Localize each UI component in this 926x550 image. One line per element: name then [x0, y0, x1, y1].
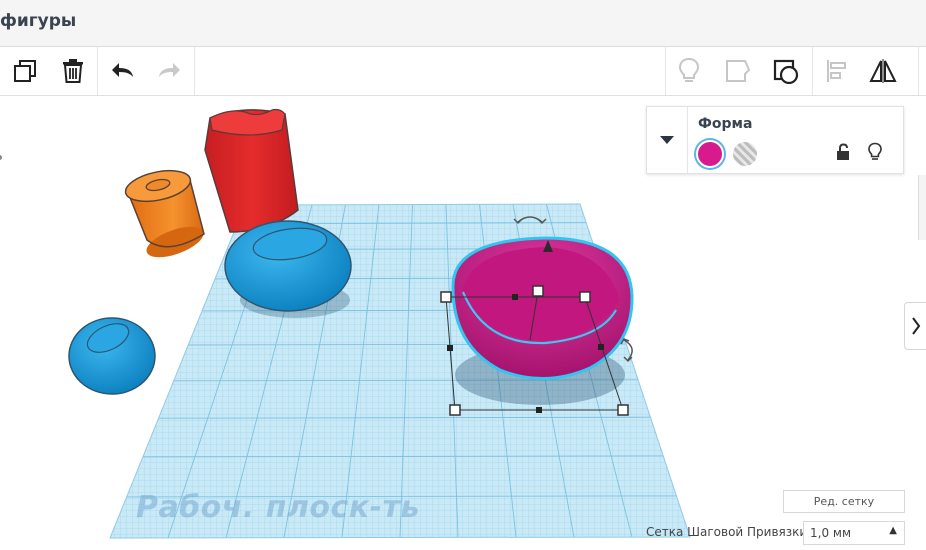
box-shape[interactable]	[204, 108, 299, 233]
toolbar-divider	[97, 47, 98, 95]
shape-inspector: Форма	[646, 106, 904, 174]
undo-icon	[112, 63, 133, 77]
snap-grid-select[interactable]: 1,0 мм ▲	[803, 521, 905, 545]
sphere-shape[interactable]	[68, 317, 156, 395]
document-title[interactable]: фигуры	[0, 11, 76, 31]
ellipsoid-shape[interactable]	[224, 220, 352, 312]
align-icon	[827, 60, 846, 82]
inspector-collapse-button[interactable]	[647, 107, 688, 173]
bulb-icon	[868, 142, 882, 160]
caret-down-icon	[660, 136, 674, 144]
edge-handle[interactable]	[512, 294, 518, 300]
visibility-button[interactable]	[867, 142, 883, 166]
note-button[interactable]	[714, 47, 760, 95]
inspector-title: Форма	[698, 116, 753, 132]
scale-handle[interactable]	[532, 285, 544, 297]
view-icon	[773, 59, 799, 84]
expand-panel-button[interactable]	[904, 302, 926, 350]
group-button[interactable]	[763, 47, 809, 95]
delete-button[interactable]	[50, 47, 96, 95]
unlock-icon	[837, 143, 849, 160]
snap-grid-value: 1,0 мм	[810, 526, 852, 540]
edge-handle[interactable]	[598, 344, 604, 350]
title-bar: фигуры	[0, 0, 926, 47]
chevron-right-icon	[912, 317, 921, 335]
redo-button[interactable]	[146, 47, 192, 95]
edit-grid-button[interactable]: Ред. сетку	[783, 490, 905, 513]
toolbar-divider	[918, 47, 919, 95]
hole-swatch[interactable]	[733, 142, 757, 166]
toolbar-divider	[194, 47, 195, 95]
caret-up-icon: ▲	[889, 525, 897, 536]
scale-handle[interactable]	[579, 291, 591, 303]
scale-handle[interactable]	[617, 404, 629, 416]
duplicate-button[interactable]	[2, 47, 48, 95]
edge-handle[interactable]	[536, 407, 542, 413]
align-button[interactable]	[813, 47, 859, 95]
show-all-button[interactable]	[666, 47, 712, 95]
scale-handle[interactable]	[449, 404, 461, 416]
undo-button[interactable]	[100, 47, 146, 95]
note-icon	[726, 60, 751, 82]
mirror-icon	[869, 59, 897, 83]
bulb-icon	[678, 57, 700, 82]
cylinder-shape[interactable]	[123, 165, 207, 263]
redo-icon	[159, 63, 180, 77]
lock-button[interactable]	[835, 143, 851, 165]
side-panel-edge	[918, 175, 926, 240]
copy-icon	[14, 60, 36, 82]
mirror-button[interactable]	[860, 47, 906, 95]
solid-color-swatch[interactable]	[696, 140, 724, 168]
scale-handle[interactable]	[440, 291, 452, 303]
edit-toolbar	[0, 47, 926, 96]
snap-grid-label: Сетка Шаговой Привязки	[646, 525, 808, 539]
edge-handle[interactable]	[447, 345, 453, 351]
workplane-label: Рабоч. плоск-ть	[136, 490, 420, 525]
trash-icon	[63, 59, 83, 83]
